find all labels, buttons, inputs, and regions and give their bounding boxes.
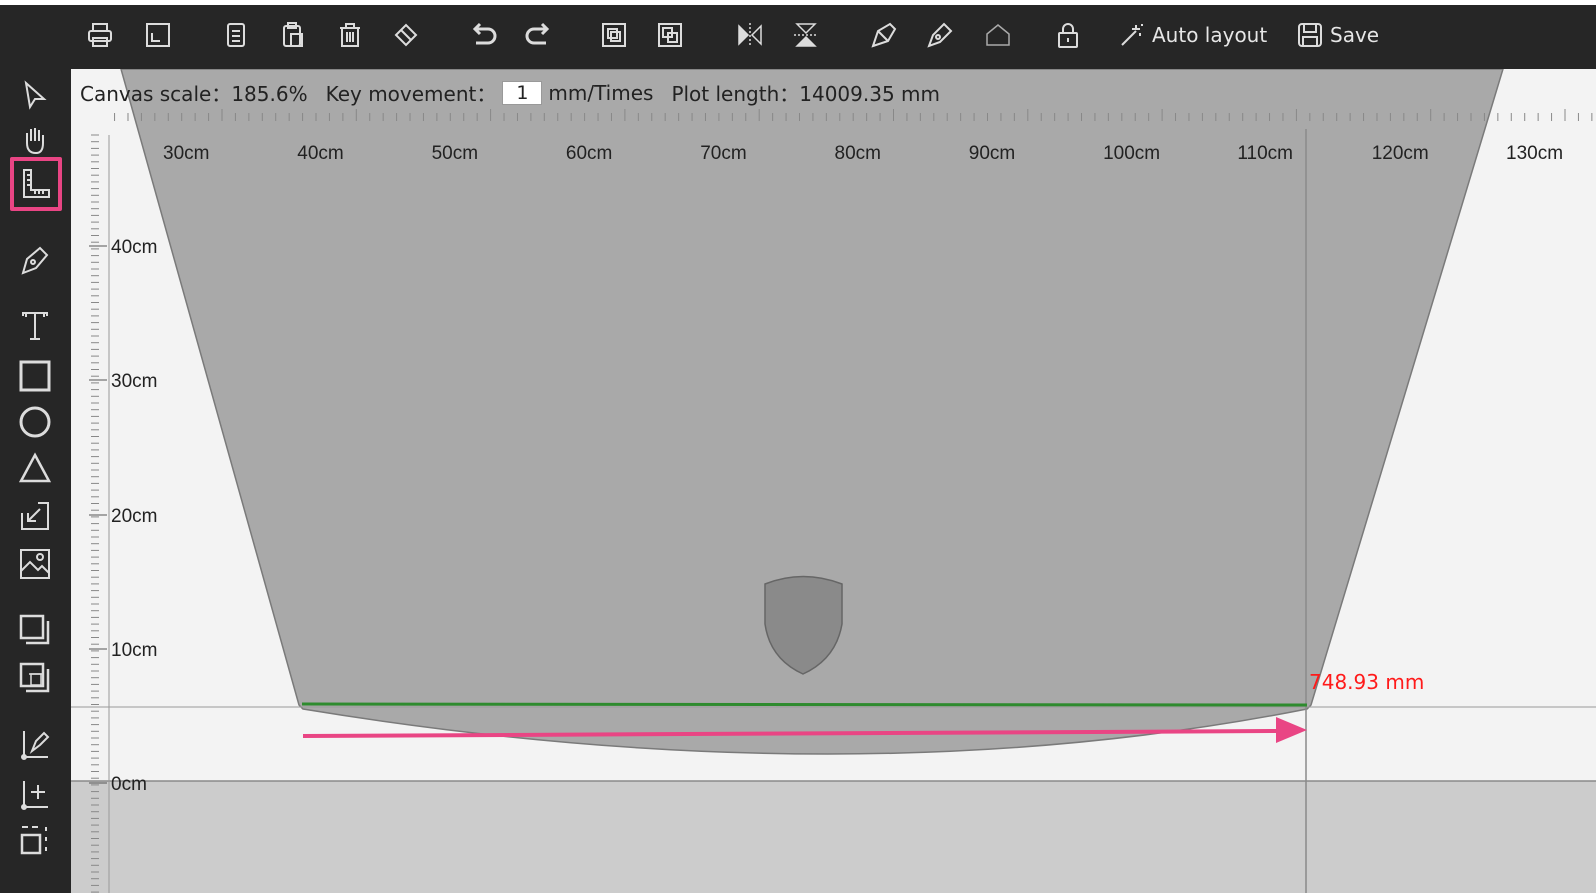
triangle-icon xyxy=(18,452,52,483)
clear-icon[interactable] xyxy=(392,17,420,53)
auto-layout-label: Auto layout xyxy=(1152,23,1268,47)
y-tick-label: 40cm xyxy=(111,237,157,258)
measure-tool[interactable] xyxy=(10,157,62,211)
plot-length-readout: Plot length：14009.35 mm xyxy=(671,78,940,107)
top-toolbar: Auto layout Save xyxy=(0,0,1596,69)
image-tool[interactable] xyxy=(12,541,58,587)
copy-layer-tool[interactable] xyxy=(12,607,58,653)
y-tick-label: 0cm xyxy=(111,774,147,795)
y-tick-label: 30cm xyxy=(111,371,157,392)
delete-layer-tool[interactable] xyxy=(12,655,58,701)
undo-icon[interactable] xyxy=(470,17,498,53)
x-tick-label: 30cm xyxy=(163,143,209,164)
ruler-measure-icon xyxy=(23,169,50,198)
hand-icon xyxy=(26,128,44,155)
magic-wand-icon xyxy=(1121,24,1143,46)
x-tick-label: 120cm xyxy=(1372,143,1429,164)
x-tick-label: 110cm xyxy=(1237,143,1293,164)
x-tick-label: 50cm xyxy=(432,143,478,164)
y-tick-label: 20cm xyxy=(111,506,157,527)
key-movement-readout: Key movement： 1 mm/Times xyxy=(325,78,654,107)
edit-point-tool[interactable] xyxy=(12,721,58,767)
x-tick-label: 60cm xyxy=(566,143,612,164)
pen-tool[interactable] xyxy=(12,237,58,283)
x-tick-label: 80cm xyxy=(835,143,881,164)
save-label: Save xyxy=(1330,23,1380,47)
edit-node-icon[interactable] xyxy=(870,17,898,53)
print-icon[interactable] xyxy=(86,17,114,53)
x-tick-label: 40cm xyxy=(297,143,343,164)
canvas-scale-label: Canvas scale： xyxy=(80,82,232,106)
image-icon xyxy=(20,549,50,579)
add-point-icon xyxy=(21,781,48,810)
circle-icon xyxy=(19,406,51,438)
lower-work-area xyxy=(71,781,1596,893)
triangle-tool[interactable] xyxy=(12,445,58,491)
x-tick-label: 70cm xyxy=(700,143,746,164)
left-ruler xyxy=(89,134,107,893)
canvas-info-bar: Canvas scale：185.6% Key movement： 1 mm/Tim… xyxy=(80,78,958,107)
copy-icon[interactable] xyxy=(222,17,250,53)
canvas-scale-value: 185.6% xyxy=(231,82,308,106)
text-tool[interactable] xyxy=(12,303,58,349)
rectangle-tool[interactable] xyxy=(12,353,58,399)
key-movement-unit: mm/Times xyxy=(548,80,654,105)
import-tool[interactable] xyxy=(12,493,58,539)
paste-icon[interactable] xyxy=(279,17,307,53)
pen-nib-icon xyxy=(21,246,49,275)
y-axis-labels: 40cm 30cm 20cm 10cm 0cm xyxy=(111,237,157,795)
select-tool[interactable] xyxy=(12,73,58,119)
group-icon[interactable] xyxy=(600,17,628,53)
cursor-arrow-icon xyxy=(24,80,47,110)
canvas-scale-readout: Canvas scale：185.6% xyxy=(80,78,308,107)
drawing-canvas[interactable]: Canvas scale：185.6% Key movement： 1 mm/Tim… xyxy=(71,69,1596,893)
lock-icon[interactable] xyxy=(1054,17,1082,53)
tool-sidebar xyxy=(0,69,71,893)
flip-vertical-icon[interactable] xyxy=(792,17,820,53)
flip-horizontal-icon[interactable] xyxy=(736,17,764,53)
x-tick-label: 90cm xyxy=(969,143,1015,164)
key-movement-input[interactable]: 1 xyxy=(502,80,543,105)
measurement-label: 748.93 mm xyxy=(1309,670,1424,694)
measure-line xyxy=(301,702,1308,707)
plot-length-value: 14009.35 mm xyxy=(799,82,941,106)
redo-icon[interactable] xyxy=(524,17,552,53)
delete-icon[interactable] xyxy=(336,17,364,53)
pen-point-icon xyxy=(21,731,50,760)
ungroup-icon[interactable] xyxy=(656,17,684,53)
ellipse-tool[interactable] xyxy=(12,399,58,445)
measure-arrow-head xyxy=(1276,717,1307,743)
resize-icon[interactable] xyxy=(144,17,172,53)
text-icon xyxy=(22,312,48,340)
auto-layout-button[interactable]: Auto layout xyxy=(1118,17,1267,53)
layers-icon xyxy=(19,614,50,645)
key-movement-label: Key movement： xyxy=(325,82,497,106)
import-icon xyxy=(21,502,49,530)
add-point-tool[interactable] xyxy=(12,771,58,817)
x-tick-label: 130cm xyxy=(1506,143,1563,164)
x-tick-label: 100cm xyxy=(1103,143,1160,164)
y-tick-label: 10cm xyxy=(111,640,157,661)
align-icon xyxy=(20,826,47,855)
canvas-drawing: 748.93 mm 30cm 40cm 50cm 60cm 70cm 80cm 90cm 10… xyxy=(71,69,1596,893)
shape-outline-icon[interactable] xyxy=(984,17,1012,53)
pen-edit-icon[interactable] xyxy=(926,17,954,53)
layer-delete-icon xyxy=(19,662,50,693)
align-tool[interactable] xyxy=(12,817,58,863)
plot-length-label: Plot length： xyxy=(671,82,800,106)
save-button[interactable]: Save xyxy=(1296,17,1379,53)
save-icon xyxy=(1298,23,1322,47)
rectangle-icon xyxy=(19,360,51,392)
